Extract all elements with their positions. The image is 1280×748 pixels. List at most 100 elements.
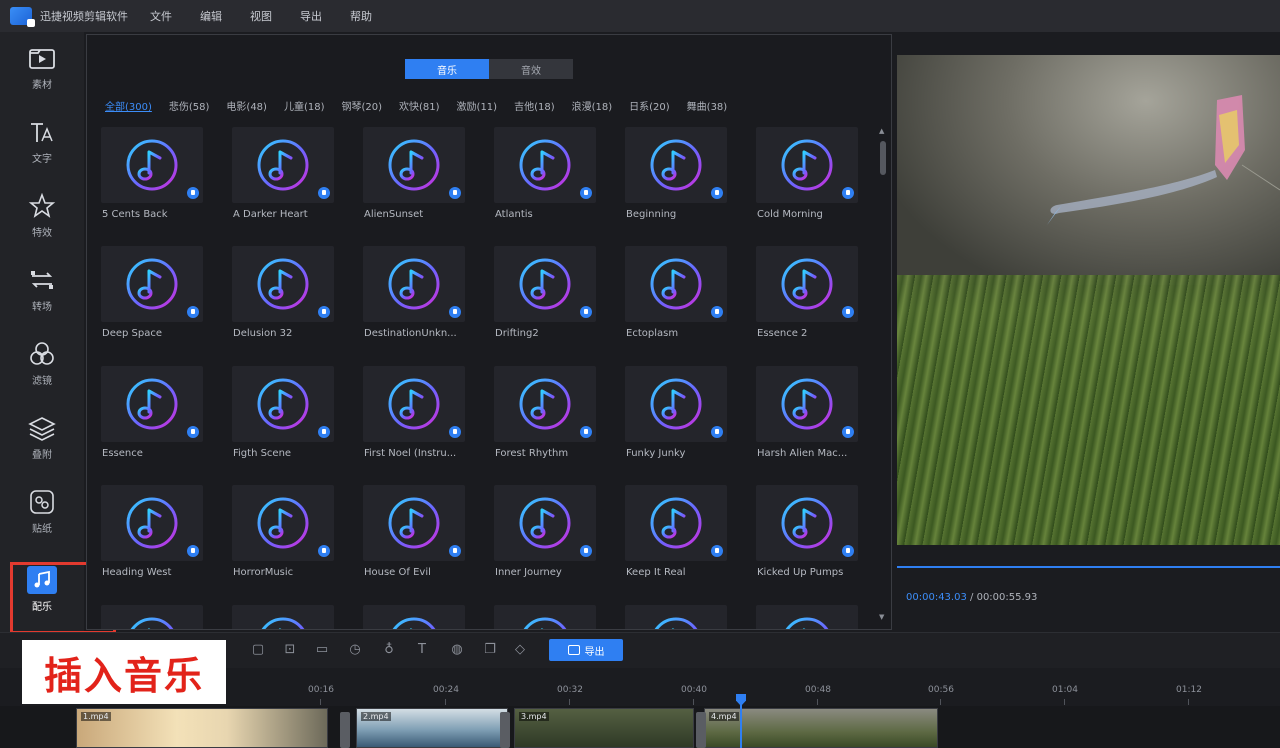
download-badge-icon[interactable] [318,545,330,557]
download-badge-icon[interactable] [318,306,330,318]
library-scrollbar[interactable]: ▲ ▼ [879,127,887,621]
freeze-icon[interactable]: ❐ [482,642,498,658]
music-tile[interactable] [101,605,203,629]
music-tile[interactable]: Essence 2 [756,246,858,366]
crop-icon[interactable]: ⊡ [282,642,298,658]
music-thumbnail[interactable] [756,605,858,629]
category-tab[interactable]: 浪漫(18) [572,98,613,113]
sidebar-item-filter[interactable]: 滤镜 [0,330,84,402]
export-button[interactable]: 导出 [549,639,623,661]
menu-edit[interactable]: 编辑 [200,8,222,24]
tab-music[interactable]: 音乐 [405,59,489,79]
download-badge-icon[interactable] [842,306,854,318]
download-badge-icon[interactable] [580,306,592,318]
category-tab[interactable]: 舞曲(38) [687,98,728,113]
music-thumbnail[interactable] [625,246,727,322]
music-tile[interactable]: Deep Space [101,246,203,366]
music-thumbnail[interactable] [363,127,465,203]
delete-icon[interactable]: ▢ [250,642,266,658]
music-thumbnail[interactable] [363,366,465,442]
download-badge-icon[interactable] [842,187,854,199]
download-badge-icon[interactable] [187,545,199,557]
download-badge-icon[interactable] [318,187,330,199]
music-tile[interactable] [625,605,727,629]
scroll-up-icon[interactable]: ▲ [879,127,884,135]
music-thumbnail[interactable] [625,485,727,561]
menu-help[interactable]: 帮助 [350,8,372,24]
music-tile[interactable]: Forest Rhythm [494,366,596,486]
music-tile[interactable]: DestinationUnkn... [363,246,465,366]
music-thumbnail[interactable] [363,485,465,561]
music-thumbnail[interactable] [101,366,203,442]
clip-trim-handle[interactable] [500,712,510,748]
music-tile[interactable] [363,605,465,629]
download-badge-icon[interactable] [711,187,723,199]
download-badge-icon[interactable] [580,426,592,438]
marker-icon[interactable]: ◇ [512,642,528,658]
sidebar-item-transition[interactable]: 转场 [0,256,84,328]
music-thumbnail[interactable] [363,246,465,322]
menu-export[interactable]: 导出 [300,8,322,24]
music-thumbnail[interactable] [232,246,334,322]
preview-progress[interactable] [897,566,1280,568]
music-tile[interactable]: House Of Evil [363,485,465,605]
music-thumbnail[interactable] [494,246,596,322]
music-thumbnail[interactable] [625,366,727,442]
music-thumbnail[interactable] [494,605,596,629]
category-tab[interactable]: 全部(300) [105,98,152,113]
music-tile[interactable]: Heading West [101,485,203,605]
music-thumbnail[interactable] [363,605,465,629]
music-tile[interactable]: Keep It Real [625,485,727,605]
mosaic-icon[interactable]: ▭ [314,642,330,658]
music-tile[interactable]: Delusion 32 [232,246,334,366]
timeline-clip[interactable]: 3.mp4 [514,708,694,748]
category-tab[interactable]: 欢快(81) [399,98,440,113]
music-tile[interactable]: Cold Morning [756,127,858,247]
scroll-thumb[interactable] [880,141,886,175]
scroll-down-icon[interactable]: ▼ [879,613,884,621]
category-tab[interactable]: 悲伤(58) [169,98,210,113]
music-thumbnail[interactable] [101,605,203,629]
download-badge-icon[interactable] [449,306,461,318]
record-icon[interactable]: ♁ [381,642,397,658]
category-tab[interactable]: 日系(20) [629,98,670,113]
music-tile[interactable]: Essence [101,366,203,486]
music-thumbnail[interactable] [232,366,334,442]
music-tile[interactable]: Beginning [625,127,727,247]
download-badge-icon[interactable] [842,426,854,438]
menu-view[interactable]: 视图 [250,8,272,24]
music-tile[interactable]: Atlantis [494,127,596,247]
sidebar-item-overlay[interactable]: 叠附 [0,404,84,476]
music-thumbnail[interactable] [756,127,858,203]
music-thumbnail[interactable] [756,366,858,442]
download-badge-icon[interactable] [842,545,854,557]
music-thumbnail[interactable] [101,246,203,322]
download-badge-icon[interactable] [318,426,330,438]
category-tab[interactable]: 儿童(18) [284,98,325,113]
clip-trim-handle[interactable] [696,712,706,748]
timeline-clip[interactable]: 1.mp4 [76,708,328,748]
music-tile[interactable] [756,605,858,629]
music-thumbnail[interactable] [232,605,334,629]
music-thumbnail[interactable] [232,127,334,203]
download-badge-icon[interactable] [449,426,461,438]
download-badge-icon[interactable] [449,545,461,557]
music-tile[interactable] [232,605,334,629]
music-thumbnail[interactable] [101,485,203,561]
music-thumbnail[interactable] [494,127,596,203]
music-tile[interactable]: Funky Junky [625,366,727,486]
music-thumbnail[interactable] [232,485,334,561]
category-tab[interactable]: 电影(48) [226,98,267,113]
color-icon[interactable]: ◍ [449,642,465,658]
music-thumbnail[interactable] [494,366,596,442]
music-tile[interactable]: Ectoplasm [625,246,727,366]
music-tile[interactable]: AlienSunset [363,127,465,247]
sidebar-item-text[interactable]: 文字 [0,108,84,180]
sidebar-item-material[interactable]: 素材 [0,34,84,106]
menu-file[interactable]: 文件 [150,8,172,24]
download-badge-icon[interactable] [711,306,723,318]
download-badge-icon[interactable] [187,426,199,438]
category-tab[interactable]: 激励(11) [457,98,498,113]
category-tab[interactable]: 钢琴(20) [341,98,382,113]
music-thumbnail[interactable] [101,127,203,203]
